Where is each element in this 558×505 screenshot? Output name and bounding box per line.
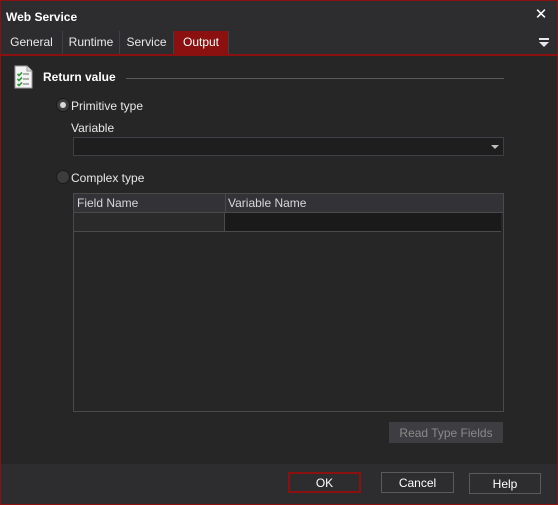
- complex-type-label[interactable]: Complex type: [71, 171, 144, 185]
- section-divider: [126, 78, 504, 79]
- tab-output[interactable]: Output: [174, 31, 229, 54]
- output-panel: Return value Primitive type Variable Com…: [1, 56, 557, 464]
- primitive-type-radio[interactable]: [56, 98, 70, 112]
- table-row[interactable]: [74, 213, 503, 232]
- tab-bar: General Runtime Service Output: [1, 31, 557, 54]
- variable-select[interactable]: [73, 137, 504, 156]
- window-title: Web Service: [6, 10, 78, 24]
- field-name-cell[interactable]: [74, 213, 225, 232]
- help-button[interactable]: Help: [469, 473, 541, 494]
- tab-general[interactable]: General: [1, 31, 63, 54]
- cancel-button[interactable]: Cancel: [381, 472, 454, 493]
- tab-overflow-menu-icon[interactable]: [539, 36, 549, 48]
- dialog-footer: OK Cancel Help: [1, 464, 557, 504]
- column-header-variable-name[interactable]: Variable Name: [225, 194, 498, 212]
- tab-service[interactable]: Service: [120, 31, 174, 54]
- grid-header: Field Name Variable Name: [74, 194, 503, 213]
- variable-name-cell[interactable]: [225, 213, 501, 232]
- read-type-fields-button[interactable]: Read Type Fields: [389, 422, 503, 443]
- tab-runtime[interactable]: Runtime: [63, 31, 120, 54]
- chevron-down-icon[interactable]: [487, 138, 503, 155]
- complex-type-radio[interactable]: [56, 170, 70, 184]
- column-header-field-name[interactable]: Field Name: [74, 194, 226, 212]
- checklist-icon: [14, 65, 33, 89]
- web-service-dialog: Web Service ✕ General Runtime Service Ou…: [0, 0, 558, 505]
- primitive-type-label[interactable]: Primitive type: [71, 99, 143, 113]
- type-fields-grid[interactable]: Field Name Variable Name: [73, 193, 504, 412]
- section-title: Return value: [43, 70, 116, 84]
- variable-label: Variable: [71, 121, 115, 135]
- title-bar: Web Service ✕: [1, 1, 557, 31]
- ok-button[interactable]: OK: [288, 472, 361, 493]
- close-icon[interactable]: ✕: [533, 7, 549, 23]
